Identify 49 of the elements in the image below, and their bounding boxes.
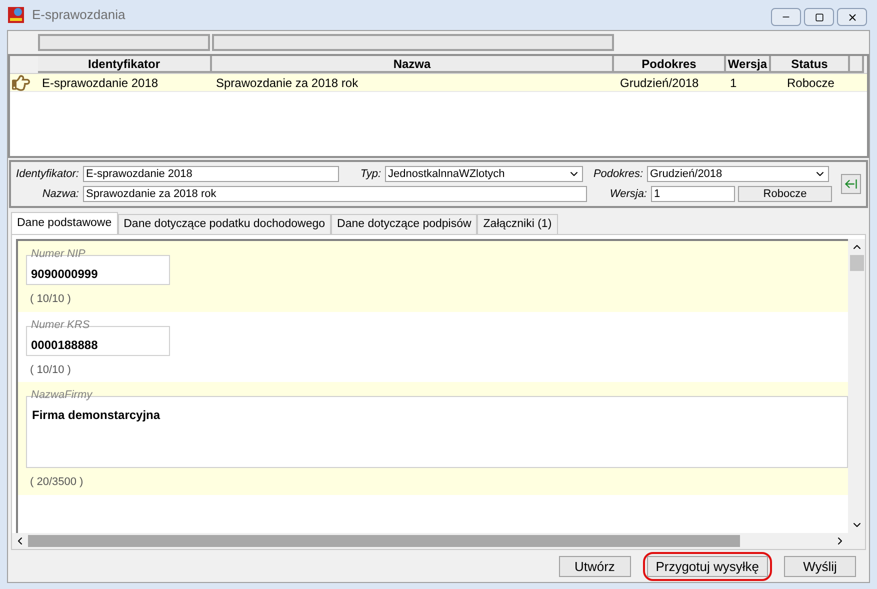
exit-icon [844, 177, 858, 191]
action-button[interactable]: Przygotuj wysyłkę [646, 556, 768, 576]
text-field[interactable]: 1 [651, 186, 735, 202]
maximize-icon [814, 12, 824, 22]
status-field: Robocze [738, 186, 832, 202]
horizontal-scrollbar[interactable] [12, 533, 865, 549]
character-counter: ( 10/10 ) [30, 362, 72, 378]
column-header[interactable]: Wersja [726, 56, 771, 73]
tab[interactable]: Dane dotyczące podpisów [331, 214, 478, 234]
close-icon [846, 12, 858, 22]
pointer-icon [12, 74, 30, 92]
table-row[interactable]: E-sprawozdanie 2018 Sprawozdanie za 2018 rok Grudzień/2018 1 Robocze [10, 74, 867, 92]
exit-button[interactable] [841, 174, 861, 194]
tab[interactable]: Dane podstawowe [11, 212, 118, 234]
close-button[interactable] [837, 8, 867, 26]
column-header[interactable]: Identyfikator [38, 56, 212, 73]
character-counter: ( 20/3500 ) [30, 475, 84, 490]
table-cell-text: E-sprawozdanie 2018 [41, 74, 160, 92]
tab[interactable]: Dane dotyczące podatku dochodowego [118, 214, 332, 234]
column-header[interactable]: Nazwa [212, 56, 614, 73]
field-label: Wersja: [608, 186, 647, 202]
action-button[interactable]: Wyślij [784, 556, 856, 576]
filter-field[interactable] [38, 34, 210, 51]
scrollbar-thumb[interactable] [850, 255, 864, 271]
field-label: Typ: [359, 167, 381, 182]
window-title: E-sprawozdania [32, 6, 126, 24]
character-counter: ( 10/10 ) [30, 292, 72, 307]
table-cell-text: Grudzień/2018 [619, 74, 700, 92]
maximize-button[interactable] [804, 8, 834, 26]
action-button[interactable]: Utwórz [558, 556, 631, 576]
tab[interactable]: Załączniki (1) [477, 214, 558, 234]
table-cell-text: 1 [729, 74, 738, 92]
field-label: Nazwa: [41, 186, 79, 202]
field-label: Podokres: [592, 167, 643, 182]
app-icon [8, 7, 24, 23]
text-field[interactable]: E-sprawozdanie 2018 [83, 166, 339, 182]
table-cell-text: Sprawozdanie za 2018 rok [215, 74, 360, 92]
text-field[interactable]: Sprawozdanie za 2018 rok [83, 186, 587, 202]
table-cell-text: Robocze [786, 74, 836, 92]
filter-field[interactable] [212, 34, 614, 51]
field-label: Identyfikator: [15, 167, 79, 182]
vertical-scrollbar[interactable] [848, 239, 865, 533]
scrollbar-thumb[interactable] [28, 535, 740, 547]
text-field[interactable]: 0000188888 [27, 326, 169, 354]
column-header[interactable]: Podokres [614, 56, 726, 73]
dropdown[interactable]: JednostkalnnaWZlotych [385, 166, 583, 182]
dropdown[interactable]: Grudzień/2018 [647, 166, 829, 182]
text-field[interactable]: 9090000999 [27, 256, 169, 284]
column-header[interactable]: Status [771, 56, 850, 73]
